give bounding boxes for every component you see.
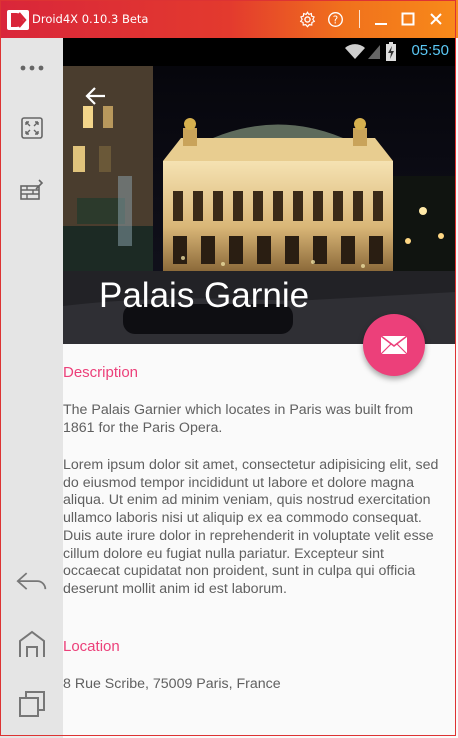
window-border [0, 0, 456, 736]
